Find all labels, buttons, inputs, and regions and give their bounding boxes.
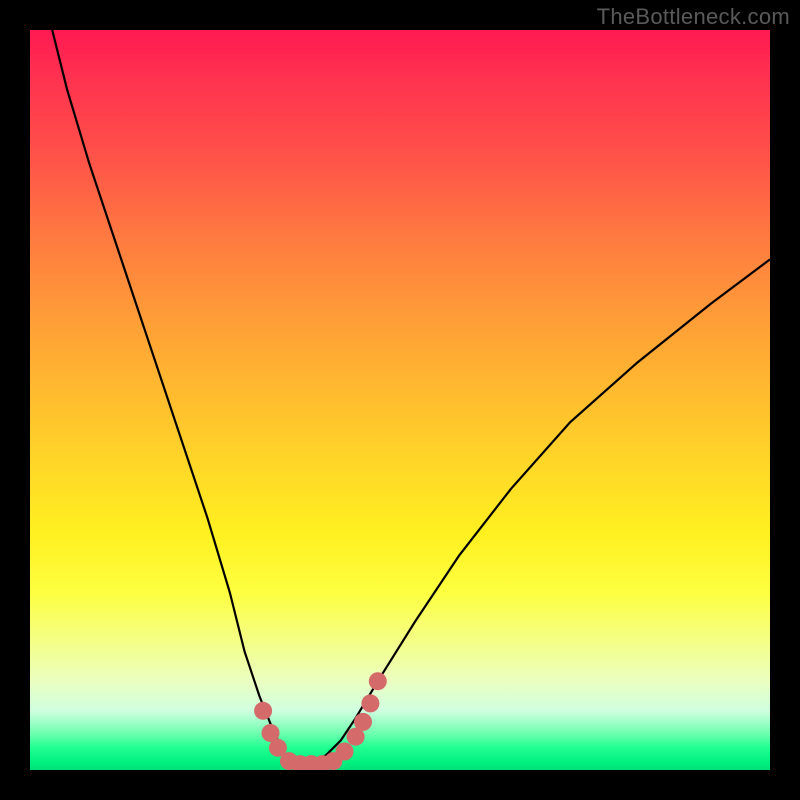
marker-group — [254, 672, 387, 770]
bottleneck-curve — [52, 30, 770, 763]
highlight-dot — [361, 694, 379, 712]
chart-frame: TheBottleneck.com — [0, 0, 800, 800]
highlight-dot — [254, 702, 272, 720]
highlight-dot — [336, 743, 354, 761]
watermark-text: TheBottleneck.com — [597, 4, 790, 30]
curve-group — [52, 30, 770, 763]
highlight-dot — [354, 713, 372, 731]
highlight-dot — [369, 672, 387, 690]
plot-area — [30, 30, 770, 770]
curve-svg — [30, 30, 770, 770]
